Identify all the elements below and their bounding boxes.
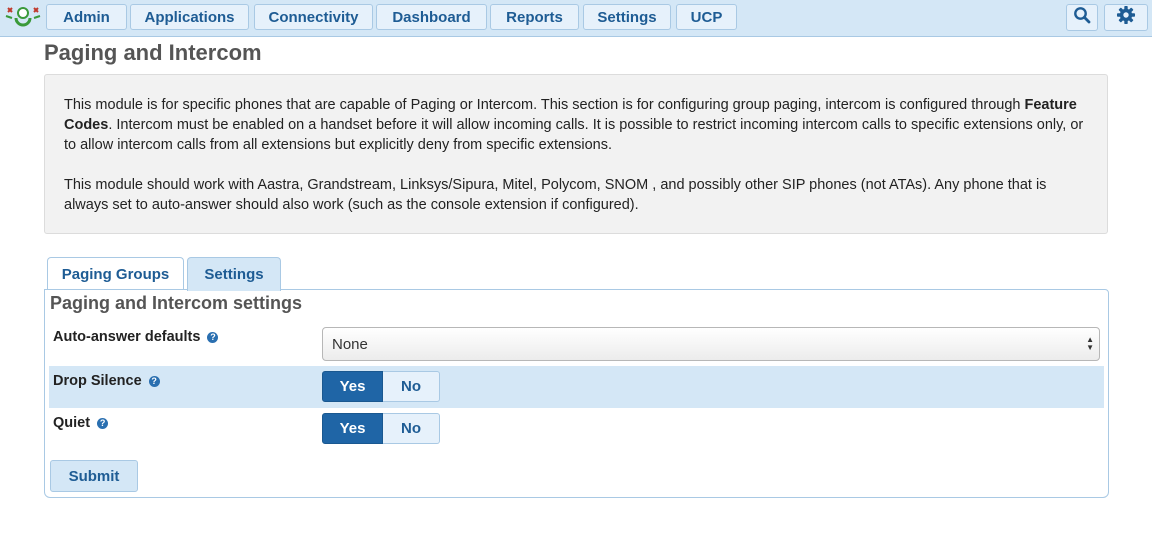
drop-silence-label-text: Drop Silence <box>53 373 142 389</box>
help-icon[interactable]: ? <box>207 331 219 343</box>
nav-dashboard[interactable]: Dashboard <box>376 4 487 30</box>
top-nav-bar: Admin Applications Connectivity Dashboar… <box>0 0 1152 37</box>
description-paragraph-1: This module is for specific phones that … <box>64 95 1088 155</box>
drop-silence-yes[interactable]: Yes <box>322 371 383 402</box>
quiet-label-text: Quiet <box>53 415 91 431</box>
auto-answer-label-text: Auto-answer defaults <box>53 329 201 345</box>
quiet-row: Quiet ? Yes No <box>49 412 1104 452</box>
search-button[interactable] <box>1066 4 1098 31</box>
nav-reports[interactable]: Reports <box>490 4 579 30</box>
settings-gear-button[interactable] <box>1104 4 1148 31</box>
drop-silence-row: Drop Silence ? Yes No <box>49 366 1104 408</box>
freepbx-logo[interactable] <box>4 4 42 30</box>
nav-applications[interactable]: Applications <box>130 4 249 30</box>
help-icon[interactable]: ? <box>148 375 160 387</box>
settings-panel-title: Paging and Intercom settings <box>50 293 303 313</box>
page-title: Paging and Intercom <box>44 40 262 65</box>
auto-answer-select[interactable]: None ▲ ▼ <box>322 327 1100 361</box>
submit-button[interactable]: Submit <box>50 460 138 492</box>
drop-silence-label: Drop Silence ? <box>53 373 160 389</box>
gear-icon <box>1116 5 1136 30</box>
auto-answer-label: Auto-answer defaults ? <box>53 329 219 345</box>
quiet-toggle: Yes No <box>322 413 440 444</box>
tab-settings[interactable]: Settings <box>187 257 281 291</box>
nav-admin[interactable]: Admin <box>46 4 127 30</box>
module-description-box: This module is for specific phones that … <box>44 74 1108 234</box>
settings-panel: Paging and Intercom settings Auto-answer… <box>44 289 1109 498</box>
nav-ucp[interactable]: UCP <box>676 4 737 30</box>
help-icon[interactable]: ? <box>97 417 109 429</box>
quiet-label: Quiet ? <box>53 415 109 431</box>
drop-silence-toggle: Yes No <box>322 371 440 402</box>
auto-answer-row: Auto-answer defaults ? None ▲ ▼ <box>49 327 1104 367</box>
search-icon <box>1073 6 1091 29</box>
auto-answer-selected-value: None <box>332 335 368 353</box>
quiet-yes[interactable]: Yes <box>322 413 383 444</box>
tab-paging-groups[interactable]: Paging Groups <box>47 257 184 290</box>
description-text-1a: This module is for specific phones that … <box>64 97 1025 113</box>
select-arrows-icon: ▲ ▼ <box>1086 335 1094 352</box>
nav-settings[interactable]: Settings <box>583 4 671 30</box>
drop-silence-no[interactable]: No <box>383 371 440 402</box>
description-text-1b: . Intercom must be enabled on a handset … <box>64 117 1084 153</box>
description-paragraph-2: This module should work with Aastra, Gra… <box>64 177 1047 213</box>
quiet-no[interactable]: No <box>383 413 440 444</box>
nav-connectivity[interactable]: Connectivity <box>254 4 373 30</box>
